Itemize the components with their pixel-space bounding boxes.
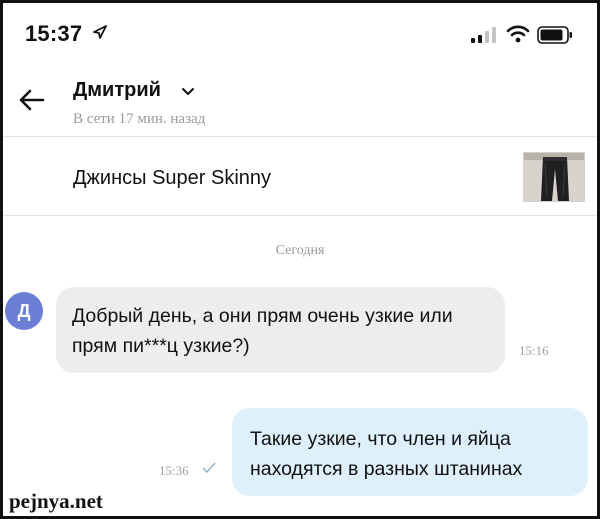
chevron-down-icon[interactable] xyxy=(181,87,195,97)
presence-status: В сети 17 мин. назад xyxy=(73,111,206,127)
date-separator: Сегодня xyxy=(275,243,325,258)
incoming-message-bubble[interactable]: Добрый день, а они прям очень узкие или … xyxy=(56,287,505,373)
wifi-icon xyxy=(506,25,530,43)
cellular-signal-icon xyxy=(471,27,496,43)
status-time: 15:37 xyxy=(25,21,83,46)
listing-row[interactable]: Джинсы Super Skinny xyxy=(3,138,597,216)
incoming-message-text: Добрый день, а они прям очень узкие или … xyxy=(72,305,453,357)
phone-screen: 15:37 Дмитрий В сети 17 мин. назад Джинс… xyxy=(0,0,600,519)
outgoing-message-text: Такие узкие, что член и яйца находятся в… xyxy=(250,428,523,480)
check-icon xyxy=(202,462,216,473)
back-arrow-icon[interactable] xyxy=(17,85,47,115)
contact-name[interactable]: Дмитрий xyxy=(73,79,161,102)
chat-header: Дмитрий В сети 17 мин. назад xyxy=(3,65,597,137)
incoming-message-time: 15:16 xyxy=(519,343,549,358)
watermark: pejnya.net xyxy=(9,489,103,513)
location-arrow-icon xyxy=(93,25,107,39)
listing-title[interactable]: Джинсы Super Skinny xyxy=(73,167,271,190)
avatar[interactable]: Д xyxy=(5,292,43,330)
listing-thumbnail[interactable] xyxy=(523,152,585,202)
outgoing-message-bubble[interactable]: Такие узкие, что член и яйца находятся в… xyxy=(232,408,588,496)
battery-icon xyxy=(537,26,572,44)
status-bar: 15:37 xyxy=(3,3,597,63)
jeans-photo xyxy=(524,153,584,201)
outgoing-message-time: 15:36 xyxy=(159,463,189,478)
